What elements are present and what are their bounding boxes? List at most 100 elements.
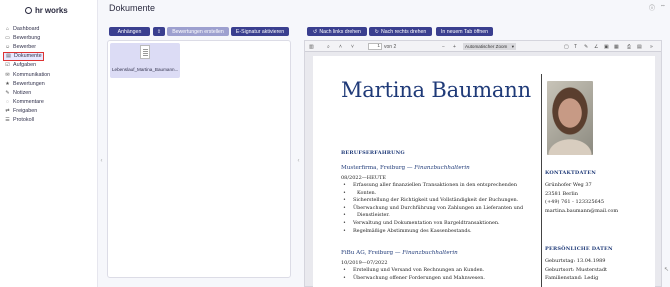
pdf-page: Martina Baumann BERUFSERFAHRUNG Musterfi… (313, 56, 655, 287)
pencil-icon: ✎ (5, 89, 10, 96)
collapse-sidebar-handle[interactable]: ‹ (99, 154, 104, 168)
help-icon[interactable]: ⓘ (649, 3, 655, 12)
search-icon[interactable]: ⌕ (327, 43, 330, 50)
rotate-left-icon: ↺ (313, 28, 318, 35)
image-tool-icon[interactable]: ▣ (604, 43, 609, 50)
sidebar-item-freigaben[interactable]: ⇄ Freigaben (3, 107, 95, 116)
expand-icon[interactable]: ⇔ (660, 3, 666, 12)
cursor-icon: ↖ (664, 267, 670, 273)
comment-icon: ◌ (6, 99, 9, 106)
personal-line: Familienstand: Ledig (545, 275, 599, 282)
sidebar-item-dokumente[interactable]: ▤ Dokumente (3, 51, 44, 61)
page-title: Dokumente (109, 3, 156, 13)
job-title: FiBu AG, Freiburg — Finanzbuchhalterin (341, 250, 458, 256)
job-city: Freiburg — (380, 165, 413, 171)
upload-button[interactable]: ⇪ (153, 27, 165, 36)
more-tools-icon[interactable]: » (650, 43, 653, 50)
personal-heading: PERSÖNLICHE DATEN (545, 246, 613, 252)
sidebar-item-label: Kommunikation (13, 71, 51, 78)
sidebar-item-bewerbung[interactable]: ▭ Bewerbung (3, 33, 95, 42)
folder-icon: ▤ (6, 53, 11, 60)
contact-line: Grünhofer Weg 37 (545, 182, 592, 188)
page-total-label: von 2 (384, 43, 397, 50)
checkbox-icon: ☑ (5, 62, 10, 69)
rotate-right-button[interactable]: ↻ Nach rechts drehen (369, 27, 432, 36)
sidebar-item-label: Notizen (13, 89, 32, 96)
comment-tool-icon[interactable]: ▢ (564, 43, 569, 50)
sidebar-item-label: Dokumente (14, 53, 42, 60)
zoom-select[interactable]: Automatischer Zoom ▾ (463, 43, 516, 50)
contact-details: Grünhofer Weg 37 23581 Berlin (+49) 761 … (545, 181, 618, 215)
sidebar-item-aufgaben[interactable]: ☑ Aufgaben (3, 61, 95, 70)
sidebar-item-dashboard[interactable]: ⌂ Dashboard (3, 24, 95, 33)
sidebar-item-bewerber[interactable]: ☺ Bewerber (3, 42, 95, 51)
job-title: Musterfirma, Freiburg — Finanzbuchhalter… (341, 165, 470, 171)
collapse-list-handle[interactable]: ‹ (296, 154, 301, 168)
logo-mark-icon (25, 7, 32, 14)
list-item: Konten. (341, 190, 537, 198)
sidebar-item-kommentare[interactable]: ◌ Kommentare (3, 98, 95, 107)
open-new-tab-button[interactable]: In neuem Tab öffnen (436, 27, 493, 36)
chat-icon: ✉ (5, 71, 10, 78)
print-icon[interactable]: ⎙ (627, 43, 631, 50)
window-controls: ⓘ ⇔ (649, 3, 666, 12)
pdf-toolbar: ▥ ⌕ ˄ ˅ 1 von 2 − + Automatischer Zoom ▾… (305, 41, 661, 52)
cv-photo (547, 81, 593, 155)
contact-line: martina.baumann@mail.com (545, 207, 619, 214)
save-icon[interactable]: ▤ (637, 43, 642, 50)
job-date: 08/2022—HEUTE (341, 175, 386, 181)
rotate-left-button[interactable]: ↺ Nach links drehen (307, 27, 367, 36)
list-item: Erstellung und Versand von Rechnungen an… (341, 267, 537, 275)
text-tool-icon[interactable]: T (574, 43, 577, 50)
zoom-in-icon[interactable]: + (453, 43, 456, 50)
contact-heading: KONTAKTDATEN (545, 170, 596, 176)
rotate-right-icon: ↻ (374, 28, 380, 35)
signature-tool-icon[interactable]: ▦ (614, 43, 619, 50)
next-page-icon[interactable]: ˅ (351, 43, 354, 50)
cv-divider (541, 74, 542, 287)
logo[interactable]: hr works (25, 6, 68, 15)
contact-line: 23581 Berlin (545, 190, 578, 197)
document-thumbnail[interactable]: Lebenslauf_Martina_Baumann... (110, 43, 180, 78)
list-item: Erfassung aller finanziellen Transaktion… (341, 182, 537, 190)
rotate-left-label: Nach links drehen (319, 28, 361, 35)
sidebar-item-label: Aufgaben (13, 62, 37, 69)
sidebar-toggle-icon[interactable]: ▥ (309, 43, 314, 50)
sidebar-item-label: Bewerbung (13, 34, 41, 41)
personal-line: Geburtsort: Musterstadt (545, 266, 608, 273)
document-icon: ▭ (5, 34, 10, 41)
job-bullets: Erfassung aller finanziellen Transaktion… (341, 182, 537, 235)
document-file-icon (140, 45, 150, 59)
chevron-down-icon: ▾ (511, 44, 514, 49)
sidebar-item-protokoll[interactable]: ☰ Protokoll (3, 116, 95, 125)
page-number-input[interactable]: 1 (368, 43, 382, 50)
zoom-out-icon[interactable]: − (442, 43, 445, 50)
sidebar-item-label: Freigaben (13, 108, 38, 115)
pdf-viewer: ▥ ⌕ ˄ ˅ 1 von 2 − + Automatischer Zoom ▾… (304, 40, 662, 287)
list-item: Regelmäßige Abstimmung des Kassenbestand… (341, 228, 537, 236)
esign-button[interactable]: E-Signatur aktivieren (231, 27, 289, 36)
create-ratings-button[interactable]: Bewertungen erstellen (167, 27, 229, 36)
sidebar-item-bewertungen[interactable]: ★ Bewertungen (3, 79, 95, 88)
prev-page-icon[interactable]: ˄ (339, 43, 342, 50)
highlight-tool-icon[interactable]: ∠ (594, 43, 598, 50)
sidebar-item-label: Kommentare (13, 99, 44, 106)
zoom-select-value: Automatischer Zoom (465, 44, 508, 49)
home-icon: ⌂ (5, 25, 10, 32)
list-item: Sicherstellung der Richtigkeit und Volls… (341, 197, 537, 205)
cv-name: Martina Baumann (341, 78, 531, 102)
draw-tool-icon[interactable]: ✎ (584, 43, 588, 50)
upload-icon: ⇪ (156, 28, 162, 35)
log-icon: ☰ (5, 117, 10, 124)
logo-text: hr works (35, 6, 68, 15)
sidebar: hr works ⌂ Dashboard ▭ Bewerbung ☺ Bewer… (0, 0, 98, 287)
sidebar-item-label: Protokoll (13, 117, 34, 124)
attach-button[interactable]: Anhängen (109, 27, 150, 36)
job-role: Finanzbuchhalterin (414, 165, 470, 171)
sidebar-item-label: Bewertungen (13, 80, 45, 87)
list-item: Dienstleister. (341, 212, 537, 220)
document-filename: Lebenslauf_Martina_Baumann... (112, 67, 179, 72)
sidebar-item-notizen[interactable]: ✎ Notizen (3, 88, 95, 97)
sidebar-item-kommunikation[interactable]: ✉ Kommunikation (3, 70, 95, 79)
user-icon: ☺ (4, 43, 11, 50)
